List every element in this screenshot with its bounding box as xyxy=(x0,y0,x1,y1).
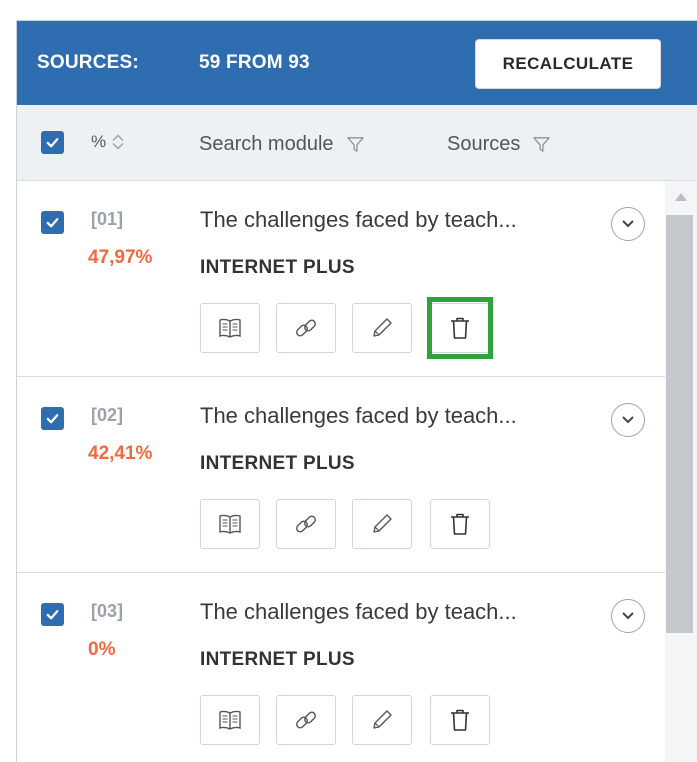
book-icon xyxy=(219,318,241,338)
row-checkbox[interactable] xyxy=(41,211,64,234)
search-module: INTERNET PLUS xyxy=(200,257,355,278)
checkmark-icon xyxy=(46,414,59,424)
list-item: [03] 0% The challenges faced by teach...… xyxy=(17,573,665,762)
column-header-bar: % Search module Sources xyxy=(17,105,697,181)
link-icon xyxy=(296,711,316,729)
book-button[interactable] xyxy=(200,499,260,549)
checkmark-icon xyxy=(46,218,59,228)
link-icon xyxy=(296,319,316,337)
sources-column-label: Sources xyxy=(447,133,521,155)
search-module-column-header[interactable]: Search module xyxy=(199,133,365,156)
trash-icon xyxy=(451,317,469,339)
edit-button[interactable] xyxy=(352,695,412,745)
sources-count: 59 FROM 93 xyxy=(199,52,310,73)
link-icon xyxy=(296,515,316,533)
list-item: [01] 47,97% The challenges faced by teac… xyxy=(17,181,665,377)
scroll-up-arrow[interactable] xyxy=(675,193,687,201)
source-title[interactable]: The challenges faced by teach... xyxy=(200,207,590,233)
source-title[interactable]: The challenges faced by teach... xyxy=(200,403,590,429)
chevron-down-icon xyxy=(622,612,634,620)
chevron-down-icon xyxy=(622,220,634,228)
sort-icon[interactable] xyxy=(112,133,124,151)
expand-button[interactable] xyxy=(611,599,645,633)
book-button[interactable] xyxy=(200,695,260,745)
filter-icon[interactable] xyxy=(532,135,551,154)
row-checkbox[interactable] xyxy=(41,407,64,430)
trash-icon xyxy=(451,513,469,535)
book-icon xyxy=(219,710,241,730)
sources-column-header[interactable]: Sources xyxy=(447,133,551,156)
trash-icon xyxy=(451,709,469,731)
chevron-down-icon xyxy=(622,416,634,424)
row-index: [01] xyxy=(91,209,124,229)
pencil-icon xyxy=(373,318,392,337)
search-module: INTERNET PLUS xyxy=(200,453,355,474)
row-index: [03] xyxy=(91,601,124,621)
sources-title: SOURCES: xyxy=(37,52,139,73)
row-percent: 42,41% xyxy=(88,443,153,464)
scrollbar[interactable] xyxy=(665,181,697,762)
list-item: [02] 42,41% The challenges faced by teac… xyxy=(17,377,665,573)
expand-button[interactable] xyxy=(611,403,645,437)
link-button[interactable] xyxy=(276,695,336,745)
pencil-icon xyxy=(373,514,392,533)
scrollbar-thumb[interactable] xyxy=(666,215,693,633)
delete-button[interactable] xyxy=(430,695,490,745)
delete-button[interactable] xyxy=(430,499,490,549)
expand-button[interactable] xyxy=(611,207,645,241)
pencil-icon xyxy=(373,710,392,729)
row-percent: 0% xyxy=(88,639,116,660)
book-button[interactable] xyxy=(200,303,260,353)
sources-header: SOURCES: 59 FROM 93 RECALCULATE xyxy=(17,21,697,105)
row-checkbox[interactable] xyxy=(41,603,64,626)
checkmark-icon xyxy=(46,610,59,620)
delete-button[interactable] xyxy=(430,303,490,353)
search-module-label: Search module xyxy=(199,133,334,155)
row-percent: 47,97% xyxy=(88,247,153,268)
sources-list: [01] 47,97% The challenges faced by teac… xyxy=(17,181,665,762)
checkmark-icon xyxy=(46,138,59,148)
book-icon xyxy=(219,514,241,534)
filter-icon[interactable] xyxy=(346,135,365,154)
source-title[interactable]: The challenges faced by teach... xyxy=(200,599,590,625)
percent-column-header[interactable]: % xyxy=(91,132,124,152)
recalculate-button[interactable]: RECALCULATE xyxy=(475,39,661,89)
link-button[interactable] xyxy=(276,499,336,549)
select-all-checkbox[interactable] xyxy=(41,131,64,154)
row-index: [02] xyxy=(91,405,124,425)
percent-column-label: % xyxy=(91,132,107,151)
sources-panel: SOURCES: 59 FROM 93 RECALCULATE % Search… xyxy=(16,20,697,762)
edit-button[interactable] xyxy=(352,499,412,549)
edit-button[interactable] xyxy=(352,303,412,353)
link-button[interactable] xyxy=(276,303,336,353)
search-module: INTERNET PLUS xyxy=(200,649,355,670)
